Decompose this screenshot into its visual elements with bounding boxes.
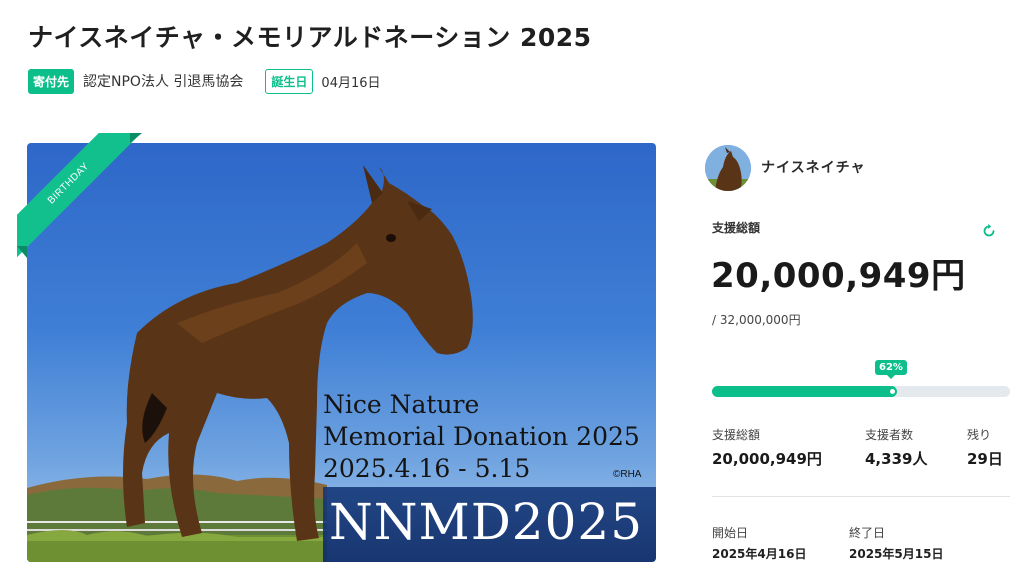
ribbon-fold <box>130 133 142 143</box>
progress-knob <box>888 388 896 395</box>
start-date-value: 2025年4月16日 <box>712 547 807 561</box>
stat-remaining-label: 残り <box>967 428 992 442</box>
birthday-badge: 誕生日 <box>265 68 314 94</box>
stat-remaining-value: 29日 <box>967 450 1003 468</box>
end-date-label: 終了日 <box>849 526 886 540</box>
total-label: 支援総額 <box>712 221 761 235</box>
ribbon-fold <box>17 246 27 258</box>
birthday-ribbon: BIRTHDAY <box>17 133 147 263</box>
campaign-overlay-text: Nice Nature Memorial Donation 2025 2025.… <box>323 389 640 485</box>
overlay-line-1: Nice Nature <box>323 390 480 419</box>
start-date-label: 開始日 <box>712 526 749 540</box>
overlay-line-2: Memorial Donation 2025 <box>323 422 640 451</box>
progress-fill <box>712 386 897 397</box>
copyright-text: ©RHA <box>613 469 642 480</box>
progress-bar <box>712 386 1010 397</box>
horse-name[interactable]: ナイスネイチャ <box>761 157 865 177</box>
avatar[interactable] <box>705 145 751 191</box>
stat-total-value: 20,000,949円 <box>712 450 822 468</box>
stat-total-label: 支援総額 <box>712 428 761 442</box>
birthday-date: 04月16日 <box>321 75 381 91</box>
campaign-meta: 寄付先 認定NPO法人 引退馬協会 誕生日 04月16日 <box>28 68 381 94</box>
horse-avatar-icon <box>705 145 751 191</box>
total-amount: 20,000,949円 <box>711 256 966 296</box>
target-amount: / 32,000,000円 <box>712 313 801 327</box>
campaign-logo-text: NNMD2025 <box>329 493 644 551</box>
ribbon-label: BIRTHDAY <box>17 133 147 263</box>
recipient-badge: 寄付先 <box>28 68 75 94</box>
stat-supporters-value: 4,339人 <box>865 450 928 468</box>
end-date-value: 2025年5月15日 <box>849 547 944 561</box>
refresh-icon[interactable] <box>981 223 997 239</box>
recipient-name[interactable]: 認定NPO法人 引退馬協会 <box>83 71 243 91</box>
progress-percent-badge: 62% <box>875 360 907 379</box>
page-title: ナイスネイチャ・メモリアルドネーション 2025 <box>28 23 592 52</box>
divider <box>712 496 1010 497</box>
overlay-line-3: 2025.4.16 - 5.15 <box>323 454 531 483</box>
stat-supporters-label: 支援者数 <box>865 428 914 442</box>
